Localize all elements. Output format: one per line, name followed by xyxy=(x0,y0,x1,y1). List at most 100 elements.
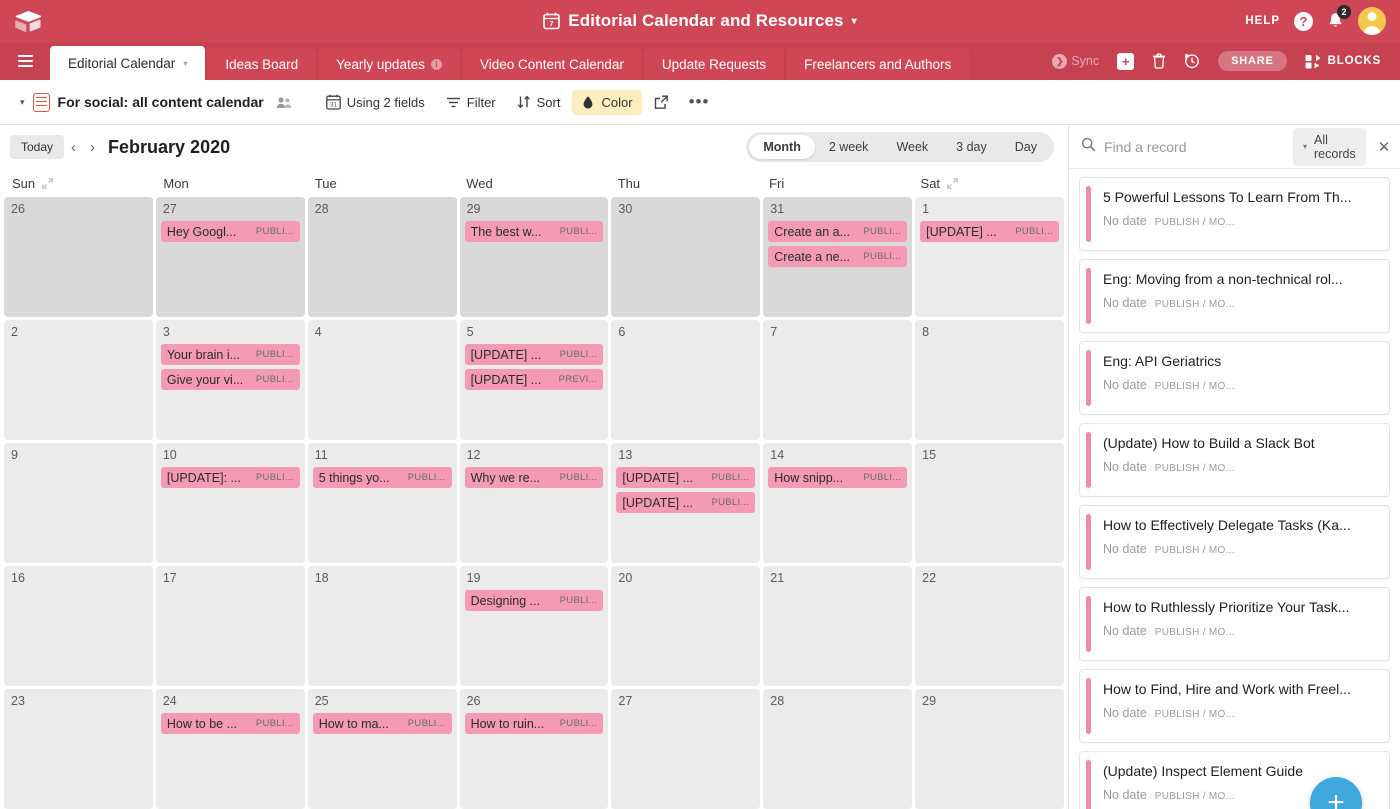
tab-ideas-board[interactable]: Ideas Board xyxy=(207,48,317,80)
calendar-day-cell[interactable]: 20 xyxy=(611,566,761,686)
record-list[interactable]: 5 Powerful Lessons To Learn From Th... No… xyxy=(1069,169,1400,809)
expand-column-icon[interactable] xyxy=(42,177,53,189)
tab-video-content-calendar[interactable]: Video Content Calendar xyxy=(461,48,642,80)
fields-button[interactable]: 31 Using 2 fields xyxy=(317,89,434,115)
next-month-button[interactable]: › xyxy=(83,139,102,156)
people-icon[interactable] xyxy=(276,96,293,109)
calendar-day-cell[interactable]: 5 [UPDATE] ... PUBLI... [UPDATE] ... PREVI..… xyxy=(459,320,609,440)
calendar-day-cell[interactable]: 4 xyxy=(307,320,457,440)
calendar-day-cell[interactable]: 22 xyxy=(915,566,1064,686)
calendar-day-cell[interactable]: 6 xyxy=(611,320,761,440)
history-button[interactable] xyxy=(1175,42,1209,80)
calendar-day-cell[interactable]: 16 xyxy=(4,566,153,686)
calendar-day-cell[interactable]: 18 xyxy=(307,566,457,686)
record-card[interactable]: How to Find, Hire and Work with Freel...… xyxy=(1079,669,1390,743)
calendar-day-cell[interactable]: 27 Hey Googl... PUBLI... xyxy=(155,197,305,317)
calendar-event[interactable]: How to ruin... PUBLI... xyxy=(464,713,604,734)
calendar-day-cell[interactable]: 26 How to ruin... PUBLI... xyxy=(459,689,609,809)
calendar-day-cell[interactable]: 7 xyxy=(763,320,913,440)
title-chevron-down-icon[interactable]: ▾ xyxy=(852,16,857,27)
calendar-day-cell[interactable]: 21 xyxy=(763,566,913,686)
share-view-button[interactable] xyxy=(645,90,678,115)
avatar[interactable] xyxy=(1358,7,1386,35)
record-card[interactable]: Eng: Moving from a non-technical rol... N… xyxy=(1079,259,1390,333)
record-card[interactable]: Eng: API Geriatrics No date PUBLISH / MO..… xyxy=(1079,341,1390,415)
delete-button[interactable] xyxy=(1143,42,1175,80)
calendar-day-cell[interactable]: 28 xyxy=(763,689,913,809)
add-table-button[interactable]: + xyxy=(1108,42,1143,80)
tab-editorial-calendar[interactable]: Editorial Calendar ▾ xyxy=(50,46,206,80)
calendar-event[interactable]: [UPDATE] ... PUBLI... xyxy=(616,492,756,513)
search-input[interactable] xyxy=(1104,138,1285,155)
calendar-day-cell[interactable]: 31 Create an a... PUBLI... Create a ne... PU… xyxy=(763,197,913,317)
calendar-day-cell[interactable]: 9 xyxy=(4,443,153,563)
calendar-event[interactable]: Designing ... PUBLI... xyxy=(464,590,604,611)
hamburger-menu-icon[interactable] xyxy=(0,42,50,80)
calendar-day-cell[interactable]: 2 xyxy=(4,320,153,440)
calendar-day-cell[interactable]: 13 [UPDATE] ... PUBLI... [UPDATE] ... PUBLI.… xyxy=(611,443,761,563)
calendar-event[interactable]: [UPDATE]: ... PUBLI... xyxy=(160,467,300,488)
calendar-day-cell[interactable]: 11 5 things yo... PUBLI... xyxy=(307,443,457,563)
calendar-day-cell[interactable]: 10 [UPDATE]: ... PUBLI... xyxy=(155,443,305,563)
calendar-event[interactable]: Give your vi... PUBLI... xyxy=(160,369,300,390)
question-mark-icon[interactable]: ? xyxy=(1294,11,1313,31)
more-options-button[interactable]: ••• xyxy=(681,93,718,110)
calendar-day-cell[interactable]: 15 xyxy=(915,443,1064,563)
calendar-event[interactable]: Hey Googl... PUBLI... xyxy=(160,221,300,242)
calendar-day-cell[interactable]: 24 How to be ... PUBLI... xyxy=(155,689,305,809)
calendar-day-cell[interactable]: 27 xyxy=(611,689,761,809)
tab-chevron-down-icon[interactable]: ▾ xyxy=(183,59,187,68)
calendar-day-cell[interactable]: 29 The best w... PUBLI... xyxy=(459,197,609,317)
sort-button[interactable]: Sort xyxy=(508,90,570,115)
calendar-event[interactable]: The best w... PUBLI... xyxy=(464,221,604,242)
calendar-day-cell[interactable]: 30 xyxy=(611,197,761,317)
calendar-day-cell[interactable]: 3 Your brain i... PUBLI... Give your vi... P… xyxy=(155,320,305,440)
calendar-event[interactable]: How snipp... PUBLI... xyxy=(768,467,908,488)
range-week[interactable]: Week xyxy=(882,135,942,159)
sync-button[interactable]: ❯ Sync xyxy=(1043,42,1108,80)
calendar-day-cell[interactable]: 1 [UPDATE] ... PUBLI... xyxy=(915,197,1064,317)
calendar-day-cell[interactable]: 17 xyxy=(155,566,305,686)
calendar-day-cell[interactable]: 29 xyxy=(915,689,1064,809)
record-card[interactable]: How to Effectively Delegate Tasks (Ka...… xyxy=(1079,505,1390,579)
prev-month-button[interactable]: ‹ xyxy=(64,139,83,156)
blocks-button[interactable]: BLOCKS xyxy=(1296,42,1390,80)
view-name[interactable]: For social: all content calendar xyxy=(58,94,264,110)
calendar-event[interactable]: [UPDATE] ... PUBLI... xyxy=(464,344,604,365)
calendar-day-cell[interactable]: 14 How snipp... PUBLI... xyxy=(763,443,913,563)
range-month[interactable]: Month xyxy=(749,135,815,159)
record-card[interactable]: How to Ruthlessly Prioritize Your Task..… xyxy=(1079,587,1390,661)
expand-column-icon[interactable] xyxy=(947,177,958,189)
calendar-day-cell[interactable]: 12 Why we re... PUBLI... xyxy=(459,443,609,563)
range-2-week[interactable]: 2 week xyxy=(815,135,883,159)
record-filter-dropdown[interactable]: ▾ All records xyxy=(1293,127,1366,166)
help-button[interactable]: HELP xyxy=(1245,15,1280,27)
tab-freelancers-and-authors[interactable]: Freelancers and Authors xyxy=(786,48,970,80)
calendar-event[interactable]: How to be ... PUBLI... xyxy=(160,713,300,734)
calendar-event[interactable]: [UPDATE] ... PUBLI... xyxy=(616,467,756,488)
calendar-event[interactable]: Your brain i... PUBLI... xyxy=(160,344,300,365)
record-card[interactable]: 5 Powerful Lessons To Learn From Th... No… xyxy=(1079,177,1390,251)
calendar-event[interactable]: Why we re... PUBLI... xyxy=(464,467,604,488)
calendar-event[interactable]: [UPDATE] ... PUBLI... xyxy=(920,221,1059,242)
calendar-event[interactable]: Create an a... PUBLI... xyxy=(768,221,908,242)
close-icon[interactable]: ✕ xyxy=(1374,138,1395,156)
calendar-event[interactable]: How to ma... PUBLI... xyxy=(312,713,452,734)
calendar-event[interactable]: 5 things yo... PUBLI... xyxy=(312,467,452,488)
calendar-day-cell[interactable]: 28 xyxy=(307,197,457,317)
share-button[interactable]: SHARE xyxy=(1209,42,1296,80)
filter-button[interactable]: Filter xyxy=(437,90,505,115)
calendar-day-cell[interactable]: 8 xyxy=(915,320,1064,440)
color-button[interactable]: Color xyxy=(572,89,642,115)
calendar-day-cell[interactable]: 23 xyxy=(4,689,153,809)
airtable-logo-icon[interactable] xyxy=(0,10,56,32)
range-3-day[interactable]: 3 day xyxy=(942,135,1001,159)
calendar-day-cell[interactable]: 26 xyxy=(4,197,153,317)
calendar-event[interactable]: [UPDATE] ... PREVI... xyxy=(464,369,604,390)
record-card[interactable]: (Update) How to Build a Slack Bot No date… xyxy=(1079,423,1390,497)
today-button[interactable]: Today xyxy=(10,135,65,159)
calendar-event[interactable]: Create a ne... PUBLI... xyxy=(768,246,908,267)
tab-update-requests[interactable]: Update Requests xyxy=(643,48,785,80)
sidebar-toggle-chevron-icon[interactable]: ▾ xyxy=(12,97,33,108)
calendar-day-cell[interactable]: 19 Designing ... PUBLI... xyxy=(459,566,609,686)
